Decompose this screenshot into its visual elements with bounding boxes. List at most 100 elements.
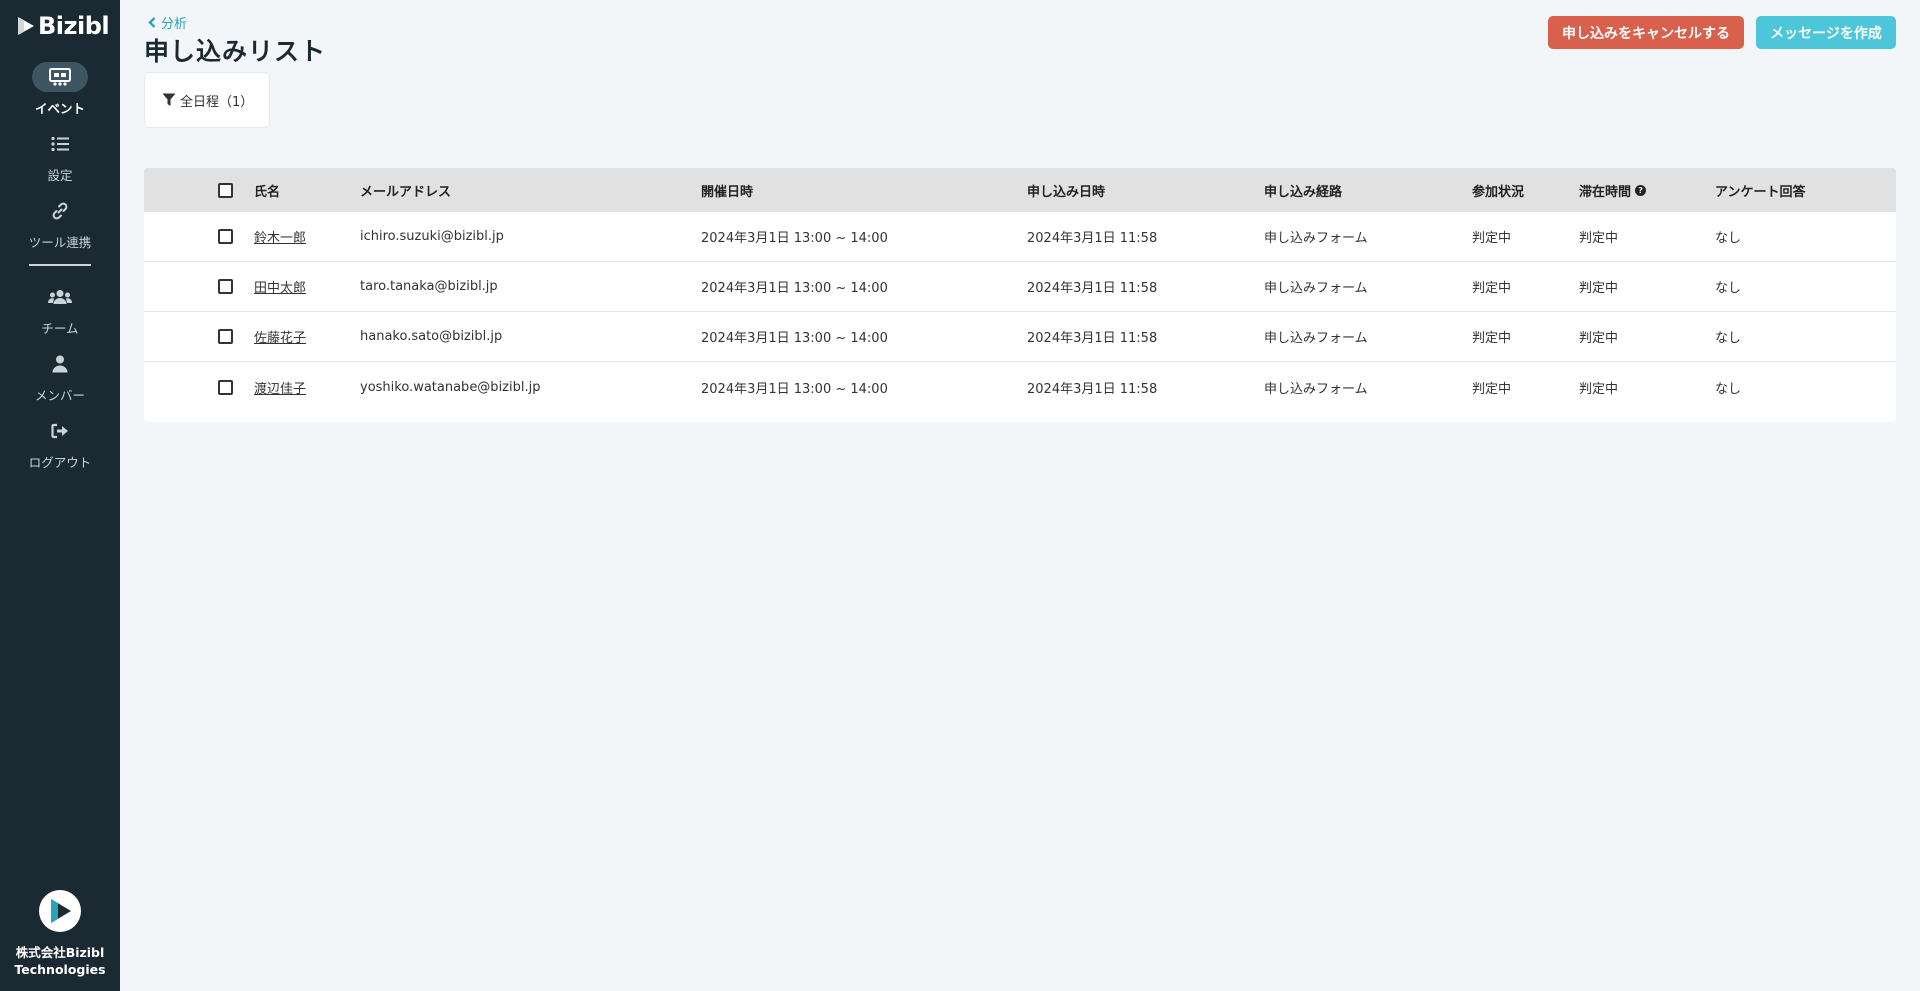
back-link-label: 分析 [161,17,188,32]
sidebar-item-label: ツール連携 [28,235,92,250]
company-avatar[interactable] [39,890,81,932]
schedule-filter[interactable]: 全日程（1） [144,72,270,128]
status-cell: 判定中 [1472,331,1512,346]
column-header-status[interactable]: 参加状況 [1472,168,1524,212]
route-cell: 申し込みフォーム [1264,281,1368,296]
column-header-stay-time[interactable]: 滞在時間 ? [1579,168,1647,212]
row-checkbox-cell [218,312,233,361]
row-checkbox[interactable] [218,329,233,344]
team-icon [32,282,88,312]
sidebar-divider [29,264,91,266]
survey-cell: なし [1715,331,1742,346]
status-cell: 判定中 [1472,381,1512,397]
event-date-cell: 2024年3月1日 13:00 ~ 14:00 [701,381,888,397]
email-cell: ichiro.suzuki@bizibl.jp [360,229,504,244]
name-cell: 田中太郎 [254,262,306,311]
survey-cell: なし [1715,231,1742,246]
sidebar-item-tool-integration[interactable]: ツール連携 [0,196,120,251]
logo-text: Bizibl [38,12,110,40]
status-cell: 判定中 [1472,281,1512,296]
company-name: 株式会社Bizibl Technologies [14,944,105,978]
column-header-applied-at[interactable]: 申し込み日時 [1027,168,1105,212]
sidebar-item-label: 設定 [47,168,73,183]
table-row: 田中太郎 taro.tanaka@bizibl.jp 2024年3月1日 13:… [144,262,1896,312]
applied-at-cell: 2024年3月1日 11:58 [1027,331,1158,346]
status-cell: 判定中 [1472,231,1512,246]
column-header-stay-time-label: 滞在時間 [1579,184,1632,200]
event-date-cell: 2024年3月1日 13:00 ~ 14:00 [701,231,888,246]
event-date-cell: 2024年3月1日 13:00 ~ 14:00 [701,281,888,296]
table-row: 渡辺佳子 yoshiko.watanabe@bizibl.jp 2024年3月1… [144,362,1896,412]
email-cell: taro.tanaka@bizibl.jp [360,279,498,294]
sidebar-item-member[interactable]: メンバー [0,349,120,404]
back-link[interactable]: 分析 [148,13,187,32]
row-checkbox[interactable] [218,379,233,395]
stay-time-cell: 判定中 [1579,281,1619,296]
column-header-email[interactable]: メールアドレス [360,168,451,212]
create-message-button[interactable]: メッセージを作成 [1756,16,1896,49]
name-cell: 鈴木一郎 [254,212,306,261]
sidebar-item-label: イベント [34,101,85,116]
applied-at-cell: 2024年3月1日 11:58 [1027,281,1158,296]
select-all-checkbox[interactable] [218,182,233,198]
survey-cell: なし [1715,381,1742,397]
survey-cell: なし [1715,281,1742,296]
play-logo-icon [18,17,34,35]
bizibl-logo[interactable]: Bizibl [16,12,110,40]
row-checkbox-cell [218,362,233,412]
application-table: 氏名 メールアドレス 開催日時 申し込み日時 申し込み経路 参加状況 滞在時間 … [144,168,1896,422]
event-icon [32,62,88,92]
email-cell: hanako.sato@bizibl.jp [360,329,503,344]
table-header: 氏名 メールアドレス 開催日時 申し込み日時 申し込み経路 参加状況 滞在時間 … [144,168,1896,212]
name-cell: 佐藤花子 [254,312,306,361]
row-checkbox-cell [218,262,233,311]
name-link[interactable]: 田中太郎 [254,277,306,296]
stay-time-cell: 判定中 [1579,231,1619,246]
email-cell: yoshiko.watanabe@bizibl.jp [360,379,541,395]
list-icon [32,129,88,159]
logout-icon [32,416,88,446]
row-checkbox-cell [218,212,233,261]
sidebar-item-label: チーム [41,321,79,336]
filter-icon [162,93,176,106]
sidebar-item-label: メンバー [34,388,85,403]
column-header-event-date[interactable]: 開催日時 [701,168,753,212]
row-checkbox[interactable] [218,279,233,294]
company-logo-icon [51,899,71,923]
event-date-cell: 2024年3月1日 13:00 ~ 14:00 [701,331,888,346]
route-cell: 申し込みフォーム [1264,381,1368,397]
applied-at-cell: 2024年3月1日 11:58 [1027,381,1158,397]
company-name-line1: 株式会社Bizibl [15,945,105,960]
table-row: 佐藤花子 hanako.sato@bizibl.jp 2024年3月1日 13:… [144,312,1896,362]
sidebar-item-settings[interactable]: 設定 [0,129,120,184]
route-cell: 申し込みフォーム [1264,231,1368,246]
column-header-survey[interactable]: アンケート回答 [1715,168,1805,212]
name-link[interactable]: 渡辺佳子 [254,378,306,397]
link-icon [32,196,88,226]
name-link[interactable]: 鈴木一郎 [254,227,306,246]
table-row: 鈴木一郎 ichiro.suzuki@bizibl.jp 2024年3月1日 1… [144,212,1896,262]
name-cell: 渡辺佳子 [254,362,306,412]
route-cell: 申し込みフォーム [1264,331,1368,346]
stay-time-cell: 判定中 [1579,381,1619,397]
user-icon [32,349,88,379]
company-info: 株式会社Bizibl Technologies [0,890,120,978]
row-checkbox[interactable] [218,229,233,244]
header-checkbox-cell [218,168,233,212]
sidebar-item-label: ログアウト [28,455,92,470]
sidebar-item-team[interactable]: チーム [0,282,120,337]
applied-at-cell: 2024年3月1日 11:58 [1027,231,1158,246]
chevron-left-icon [148,17,156,28]
sidebar-item-logout[interactable]: ログアウト [0,416,120,471]
column-header-name[interactable]: 氏名 [254,168,280,212]
sidebar: Bizibl イベント 設定 ツール連携 チーム メンバー ログアウト 株式会社… [0,0,120,991]
question-circle-icon[interactable]: ? [1635,184,1647,196]
sidebar-item-event[interactable]: イベント [0,62,120,117]
stay-time-cell: 判定中 [1579,331,1619,346]
page-title: 申し込みリスト [144,37,327,66]
company-name-line2: Technologies [14,962,106,977]
filter-label: 全日程（1） [180,94,254,110]
cancel-application-button[interactable]: 申し込みをキャンセルする [1548,16,1744,49]
column-header-route[interactable]: 申し込み経路 [1264,168,1342,212]
name-link[interactable]: 佐藤花子 [254,327,306,346]
